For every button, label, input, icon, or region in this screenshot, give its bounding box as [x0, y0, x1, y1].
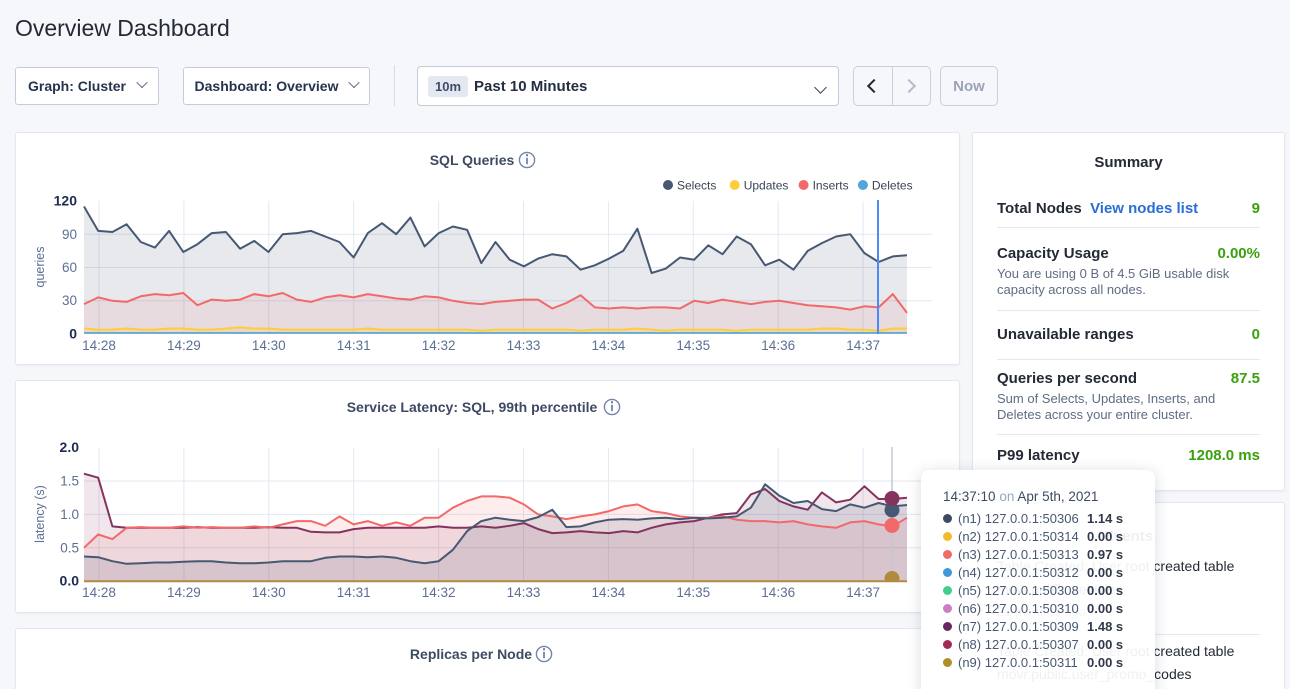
svg-text:1.5: 1.5 — [60, 474, 79, 489]
svg-text:1.0: 1.0 — [60, 507, 79, 522]
svg-text:14:35: 14:35 — [676, 585, 710, 600]
svg-text:Deletes: Deletes — [872, 179, 913, 193]
svg-text:14:28: 14:28 — [82, 338, 116, 353]
svg-text:14:37: 14:37 — [846, 338, 880, 353]
svg-text:14:37: 14:37 — [846, 585, 880, 600]
svg-text:14:31: 14:31 — [337, 338, 371, 353]
svg-text:14:31: 14:31 — [337, 585, 371, 600]
svg-text:14:29: 14:29 — [167, 338, 201, 353]
svg-text:2.0: 2.0 — [60, 439, 80, 455]
svg-text:Service Latency: SQL, 99th per: Service Latency: SQL, 99th percentile — [347, 399, 598, 415]
svg-text:30: 30 — [62, 293, 77, 308]
svg-text:14:30: 14:30 — [252, 585, 286, 600]
svg-text:14:30: 14:30 — [252, 338, 286, 353]
svg-text:0.5: 0.5 — [60, 540, 79, 555]
svg-text:Inserts: Inserts — [813, 179, 849, 193]
svg-text:14:36: 14:36 — [761, 585, 795, 600]
svg-text:Updates: Updates — [744, 179, 789, 193]
svg-text:90: 90 — [62, 227, 77, 242]
svg-text:14:35: 14:35 — [676, 338, 710, 353]
svg-text:14:34: 14:34 — [592, 338, 626, 353]
svg-text:14:28: 14:28 — [82, 585, 116, 600]
svg-text:14:33: 14:33 — [507, 585, 541, 600]
svg-text:0: 0 — [69, 326, 77, 342]
svg-text:SQL Queries: SQL Queries — [430, 152, 515, 168]
svg-text:14:36: 14:36 — [761, 338, 795, 353]
svg-text:Selects: Selects — [677, 179, 716, 193]
svg-text:14:33: 14:33 — [507, 338, 541, 353]
svg-text:120: 120 — [54, 193, 78, 209]
svg-text:Replicas per Node: Replicas per Node — [410, 646, 532, 662]
svg-text:14:29: 14:29 — [167, 585, 201, 600]
svg-text:14:34: 14:34 — [592, 585, 626, 600]
svg-text:0.0: 0.0 — [60, 573, 80, 589]
svg-text:14:32: 14:32 — [422, 338, 456, 353]
svg-text:latency (s): latency (s) — [33, 485, 47, 543]
svg-text:queries: queries — [33, 247, 47, 288]
svg-text:14:32: 14:32 — [422, 585, 456, 600]
svg-text:60: 60 — [62, 260, 77, 275]
